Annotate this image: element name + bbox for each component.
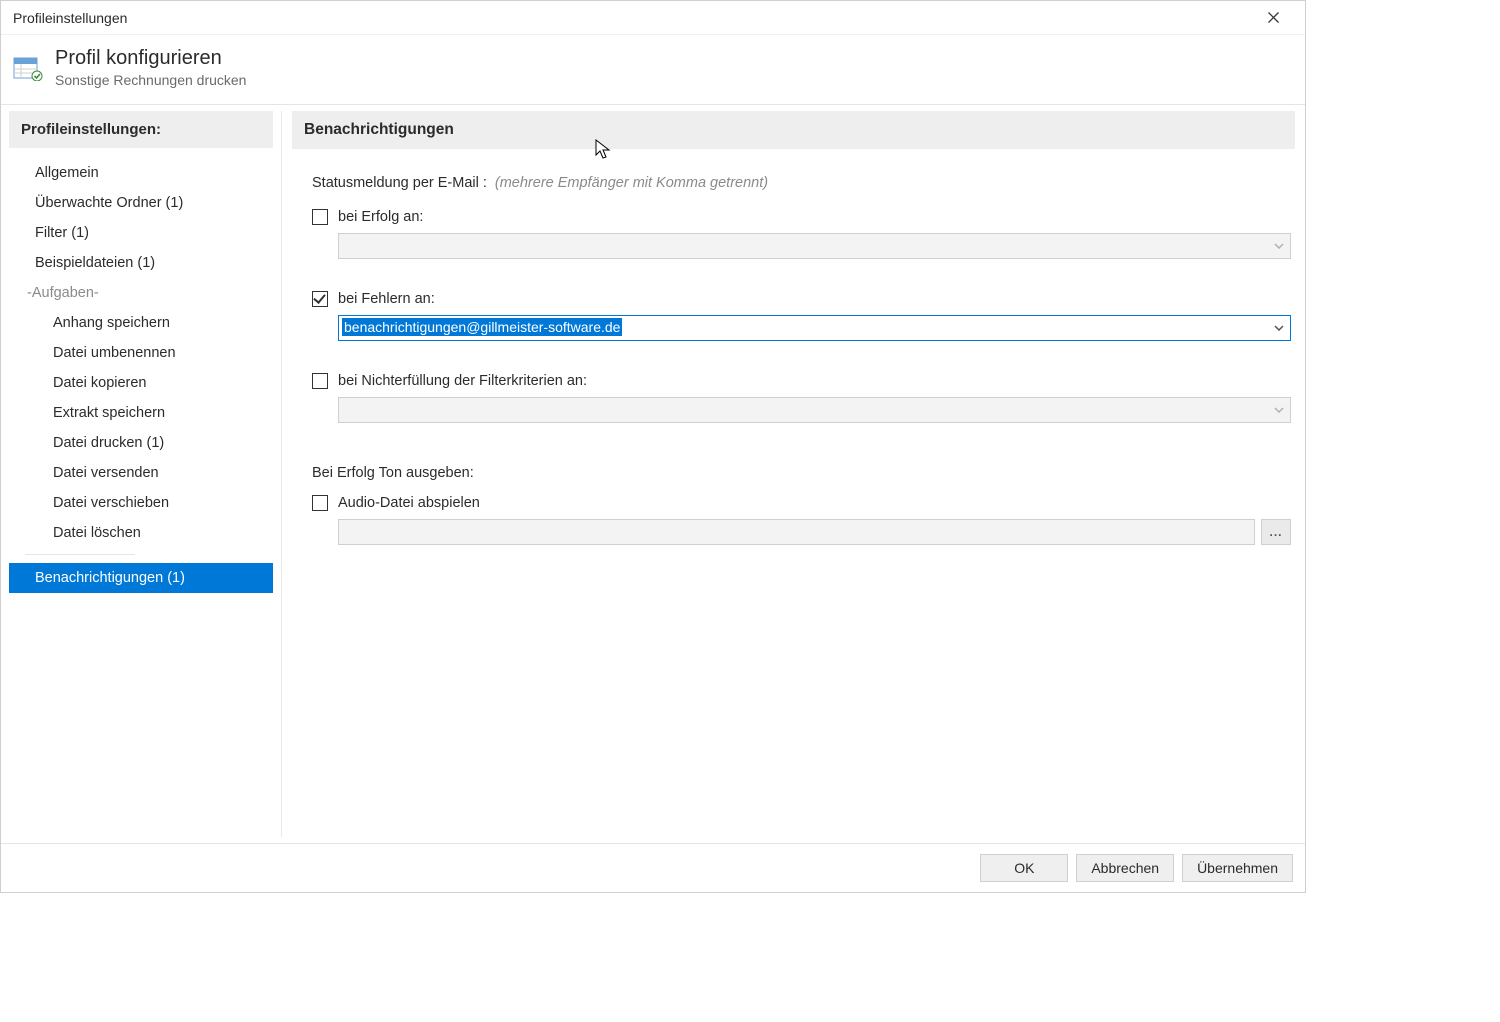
header: Profil konfigurieren Sonstige Rechnungen…	[1, 35, 1305, 104]
sidebar-item-kopieren[interactable]: Datei kopieren	[9, 368, 273, 398]
apply-button[interactable]: Übernehmen	[1182, 854, 1293, 882]
checkbox-error-label[interactable]: bei Fehlern an:	[338, 291, 435, 307]
sidebar-divider	[25, 554, 135, 555]
combo-filter[interactable]	[338, 397, 1291, 423]
email-section-hint: (mehrere Empfänger mit Komma getrennt)	[495, 175, 768, 191]
ok-button[interactable]: OK	[980, 854, 1068, 882]
sidebar-item-anhang[interactable]: Anhang speichern	[9, 308, 273, 338]
sidebar-item-loeschen[interactable]: Datei löschen	[9, 518, 273, 548]
sidebar: Profileinstellungen: Allgemein Überwacht…	[1, 105, 281, 843]
chevron-down-icon[interactable]	[1268, 316, 1290, 340]
checkbox-success-label[interactable]: bei Erfolg an:	[338, 209, 423, 225]
sidebar-section-aufgaben: -Aufgaben-	[9, 278, 273, 308]
field-success: bei Erfolg an:	[292, 201, 1295, 283]
footer: OK Abbrechen Übernehmen	[1, 843, 1305, 892]
close-icon	[1268, 12, 1279, 23]
input-success[interactable]	[338, 233, 1291, 259]
checkbox-error[interactable]	[312, 291, 328, 307]
email-section-label: Statusmeldung per E-Mail :	[312, 175, 487, 191]
close-button[interactable]	[1253, 4, 1293, 32]
content: Benachrichtigungen Statusmeldung per E-M…	[282, 105, 1305, 843]
checkbox-success[interactable]	[312, 209, 328, 225]
header-title: Profil konfigurieren	[55, 47, 246, 70]
input-error[interactable]	[338, 315, 1291, 341]
header-subtitle: Sonstige Rechnungen drucken	[55, 72, 246, 88]
field-filter: bei Nichterfüllung der Filterkriterien a…	[292, 365, 1295, 461]
sound-section-row: Bei Erfolg Ton ausgeben:	[292, 461, 1295, 487]
checkbox-filter-label[interactable]: bei Nichterfüllung der Filterkriterien a…	[338, 373, 587, 389]
sidebar-item-drucken[interactable]: Datei drucken (1)	[9, 428, 273, 458]
sidebar-item-verschieben[interactable]: Datei verschieben	[9, 488, 273, 518]
sidebar-item-umbenennen[interactable]: Datei umbenennen	[9, 338, 273, 368]
input-audio-path[interactable]	[338, 519, 1255, 545]
cancel-button[interactable]: Abbrechen	[1076, 854, 1174, 882]
window: Profileinstellungen Profil konfigurieren…	[0, 0, 1306, 893]
chevron-down-icon[interactable]	[1268, 398, 1290, 422]
content-header: Benachrichtigungen	[292, 111, 1295, 149]
checkbox-audio-label[interactable]: Audio-Datei abspielen	[338, 495, 480, 511]
checkbox-filter[interactable]	[312, 373, 328, 389]
checkbox-audio[interactable]	[312, 495, 328, 511]
sidebar-item-ueberwachte[interactable]: Überwachte Ordner (1)	[9, 188, 273, 218]
header-text: Profil konfigurieren Sonstige Rechnungen…	[55, 47, 246, 88]
sidebar-item-versenden[interactable]: Datei versenden	[9, 458, 273, 488]
sidebar-header: Profileinstellungen:	[9, 111, 273, 148]
sidebar-item-extrakt[interactable]: Extrakt speichern	[9, 398, 273, 428]
sound-section-label: Bei Erfolg Ton ausgeben:	[312, 465, 474, 481]
browse-button[interactable]: ...	[1261, 519, 1291, 545]
sidebar-item-benachrichtigungen[interactable]: Benachrichtigungen (1)	[9, 563, 273, 593]
input-filter[interactable]	[338, 397, 1291, 423]
combo-success[interactable]	[338, 233, 1291, 259]
field-error: bei Fehlern an: benachrichtigungen@gillm…	[292, 283, 1295, 365]
sidebar-item-filter[interactable]: Filter (1)	[9, 218, 273, 248]
body: Profileinstellungen: Allgemein Überwacht…	[1, 104, 1305, 843]
window-title: Profileinstellungen	[13, 10, 127, 26]
field-sound: Audio-Datei abspielen ...	[292, 487, 1295, 569]
profile-icon	[13, 55, 43, 81]
email-section-row: Statusmeldung per E-Mail : (mehrere Empf…	[292, 171, 1295, 201]
sidebar-item-allgemein[interactable]: Allgemein	[9, 158, 273, 188]
combo-error[interactable]: benachrichtigungen@gillmeister-software.…	[338, 315, 1291, 341]
titlebar: Profileinstellungen	[1, 1, 1305, 35]
sidebar-item-beispieldateien[interactable]: Beispieldateien (1)	[9, 248, 273, 278]
chevron-down-icon[interactable]	[1268, 234, 1290, 258]
